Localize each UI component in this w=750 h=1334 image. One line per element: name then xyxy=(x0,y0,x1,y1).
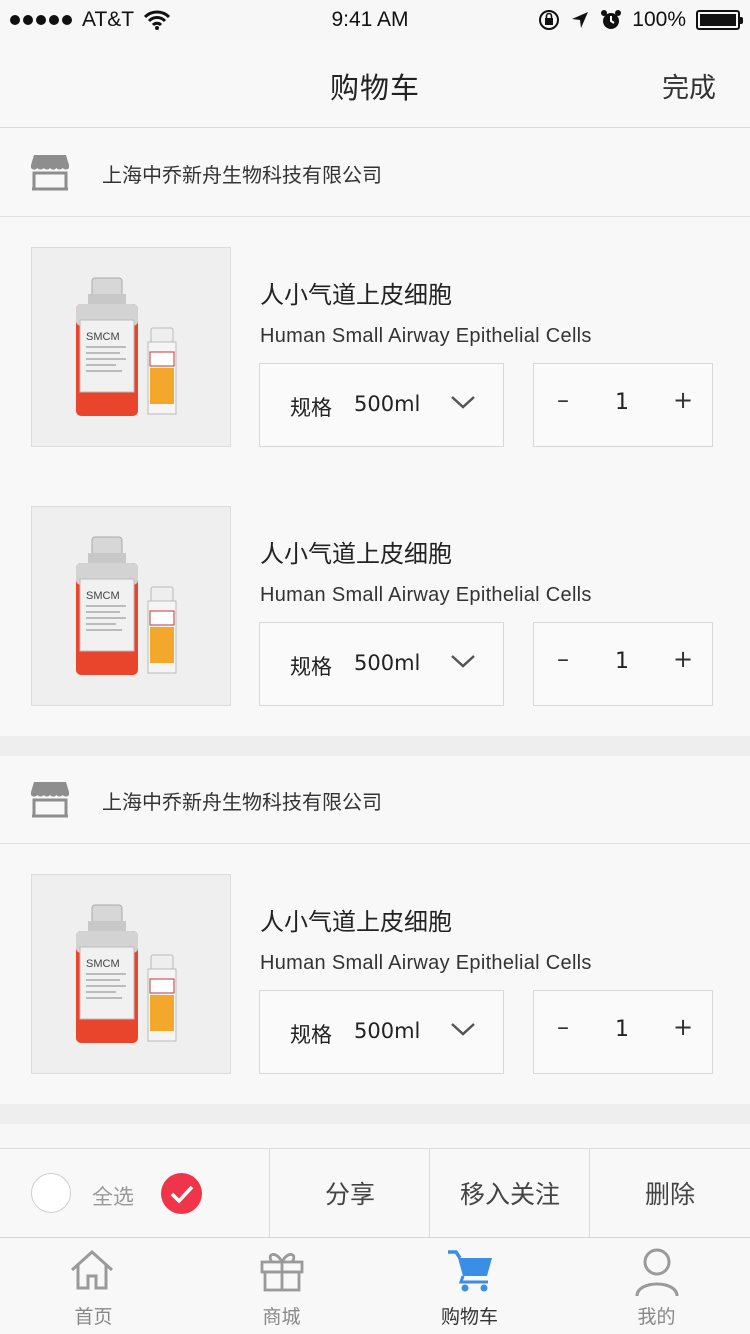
select-all-radio[interactable] xyxy=(31,1173,71,1213)
product-image[interactable]: SMCM xyxy=(31,874,231,1074)
signal-dots-icon xyxy=(10,15,72,25)
spec-value: 500ml xyxy=(354,651,421,675)
tab-bar: 首页 商城 购物车 我的 xyxy=(0,1237,750,1334)
decrement-button[interactable]: – xyxy=(552,386,574,414)
select-all-label[interactable]: 全选 xyxy=(92,1181,134,1211)
item-title[interactable]: 人小气道上皮细胞 xyxy=(260,275,452,310)
status-time: 9:41 AM xyxy=(331,8,409,31)
home-icon xyxy=(70,1249,114,1290)
store-header[interactable]: 上海中乔新舟生物科技有限公司 xyxy=(0,129,750,217)
item-subtitle: Human Small Airway Epithelial Cells xyxy=(260,952,592,974)
quantity-stepper: – 1 + xyxy=(533,990,713,1074)
item-title[interactable]: 人小气道上皮细胞 xyxy=(260,534,452,569)
decrement-button[interactable]: – xyxy=(552,645,574,673)
tab-mine[interactable]: 我的 xyxy=(563,1238,750,1334)
tab-label: 我的 xyxy=(637,1306,676,1328)
share-button[interactable]: 分享 xyxy=(269,1149,430,1237)
navigation-bar: 购物车 完成 xyxy=(0,40,750,128)
product-bottle-illustration: SMCM xyxy=(76,536,177,675)
cart-item: SMCM 人小气道上皮细胞 Human Small Airway Epithel… xyxy=(0,844,750,1104)
move-to-favorites-button[interactable]: 移入关注 xyxy=(429,1149,590,1237)
cart-action-bar: 全选 分享 移入关注 删除 xyxy=(0,1148,750,1237)
quantity-value[interactable]: 1 xyxy=(610,649,634,674)
wifi-icon xyxy=(144,10,171,30)
item-title[interactable]: 人小气道上皮细胞 xyxy=(260,902,452,937)
product-label-text: SMCM xyxy=(86,331,120,343)
cart-item: SMCM 人小气道上皮细胞 Human Small Airway Epithel… xyxy=(0,476,750,736)
quantity-value[interactable]: 1 xyxy=(610,1017,634,1042)
gift-icon xyxy=(260,1253,304,1292)
increment-button[interactable]: + xyxy=(672,1013,694,1041)
chevron-down-icon xyxy=(451,396,475,409)
increment-button[interactable]: + xyxy=(672,386,694,414)
spec-value: 500ml xyxy=(354,392,421,416)
tab-mall[interactable]: 商城 xyxy=(188,1238,375,1334)
spec-label: 规格 xyxy=(290,655,332,679)
carrier-name: AT&T xyxy=(82,8,135,31)
product-bottle-illustration: SMCM xyxy=(76,277,177,416)
done-button[interactable]: 完成 xyxy=(662,66,716,105)
battery-icon xyxy=(696,10,743,30)
spec-selector[interactable]: 规格 500ml xyxy=(259,363,504,447)
store-name[interactable]: 上海中乔新舟生物科技有限公司 xyxy=(102,786,382,815)
status-bar: AT&T 9:41 AM 100% xyxy=(0,0,750,40)
spec-selector[interactable]: 规格 500ml xyxy=(259,990,504,1074)
increment-button[interactable]: + xyxy=(672,645,694,673)
alarm-icon xyxy=(601,10,622,29)
quantity-value[interactable]: 1 xyxy=(610,390,634,415)
store-name[interactable]: 上海中乔新舟生物科技有限公司 xyxy=(102,159,382,188)
chevron-down-icon xyxy=(451,1023,475,1036)
item-subtitle: Human Small Airway Epithelial Cells xyxy=(260,584,592,606)
spec-value: 500ml xyxy=(354,1019,421,1043)
store-icon xyxy=(31,155,69,191)
product-label-text: SMCM xyxy=(86,958,120,970)
spec-label: 规格 xyxy=(290,396,332,420)
delete-button[interactable]: 删除 xyxy=(589,1149,750,1237)
quantity-stepper: – 1 + xyxy=(533,622,713,706)
orientation-lock-icon xyxy=(539,10,560,30)
tab-label: 首页 xyxy=(74,1306,113,1328)
section-divider xyxy=(0,1104,750,1124)
spec-label: 规格 xyxy=(290,1023,332,1047)
chevron-down-icon xyxy=(451,655,475,668)
tab-cart[interactable]: 购物车 xyxy=(376,1238,563,1334)
cart-item: SMCM 人小气道上皮细胞 Human Small Airway Epithel… xyxy=(0,217,750,477)
product-image[interactable]: SMCM xyxy=(31,506,231,706)
user-icon xyxy=(635,1248,679,1297)
location-arrow-icon xyxy=(572,12,589,28)
tab-label: 商城 xyxy=(262,1306,301,1328)
store-icon xyxy=(31,782,69,818)
store-header[interactable]: 上海中乔新舟生物科技有限公司 xyxy=(0,756,750,844)
decrement-button[interactable]: – xyxy=(552,1013,574,1041)
tab-label: 购物车 xyxy=(440,1306,498,1328)
tab-home[interactable]: 首页 xyxy=(0,1238,187,1334)
quantity-stepper: – 1 + xyxy=(533,363,713,447)
product-bottle-illustration: SMCM xyxy=(76,904,177,1043)
cart-icon xyxy=(448,1250,492,1292)
spec-selector[interactable]: 规格 500ml xyxy=(259,622,504,706)
product-label-text: SMCM xyxy=(86,590,120,602)
product-image[interactable]: SMCM xyxy=(31,247,231,447)
checkmark-icon xyxy=(170,1185,194,1204)
item-subtitle: Human Small Airway Epithelial Cells xyxy=(260,325,592,347)
section-divider xyxy=(0,736,750,756)
checked-icon[interactable] xyxy=(161,1173,202,1214)
battery-percent: 100% xyxy=(632,8,686,31)
page-title: 购物车 xyxy=(329,71,420,105)
